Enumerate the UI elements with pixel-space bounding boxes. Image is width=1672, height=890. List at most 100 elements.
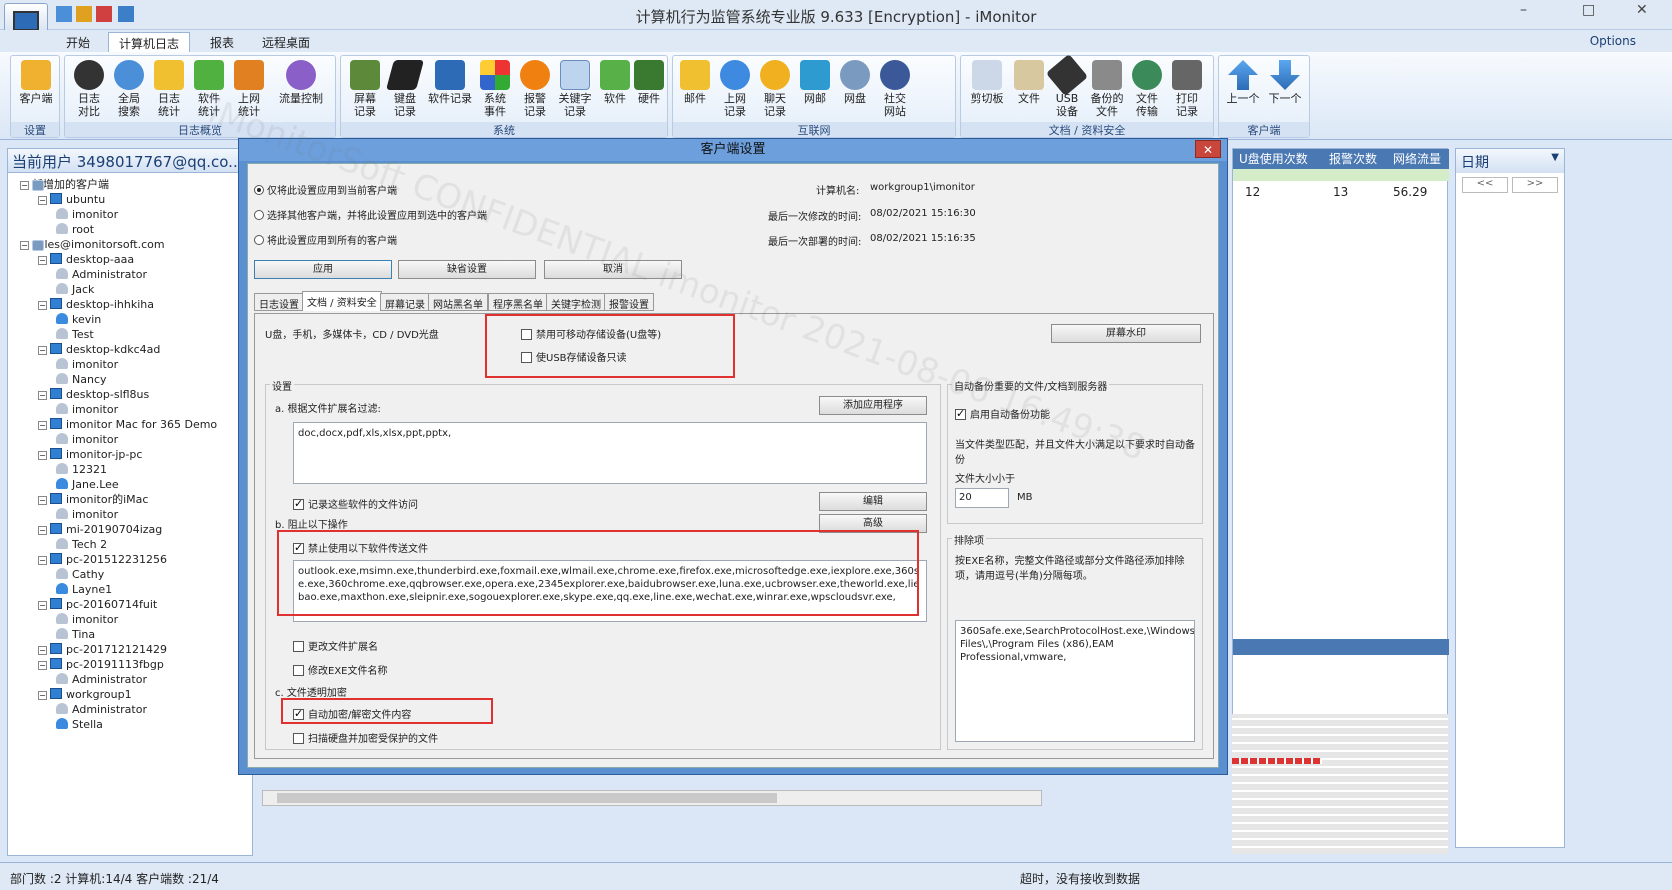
tree-node[interactable]: − mi-20190704izag [38, 522, 162, 537]
client-button[interactable]: 客户端 [16, 60, 56, 105]
tree-node[interactable]: Layne1 [56, 582, 112, 597]
tree-node[interactable]: Tina [56, 627, 95, 642]
add-app-button[interactable]: 添加应用程序 [819, 396, 927, 415]
tree-node[interactable]: imonitor [56, 432, 118, 447]
current-user-header[interactable]: 当前用户 3498017767@qq.co...▼ [8, 149, 252, 173]
tree-node[interactable]: − pc-201512231256 [38, 552, 167, 567]
change-exe-checkbox[interactable]: 修改EXE文件名称 [293, 662, 388, 677]
tab-alarm-settings[interactable]: 报警设置 [604, 293, 654, 311]
tab-screen-record[interactable]: 屏幕记录 [380, 293, 430, 311]
web-record-button[interactable]: 上网 记录 [715, 60, 755, 118]
tab-remote-desktop[interactable]: 远程桌面 [252, 32, 320, 52]
radio-selected-clients[interactable]: 选择其他客户端，并将此设置应用到选中的客户端 [254, 207, 487, 222]
clipboard-button[interactable]: 剪切板 [965, 60, 1009, 105]
tree-node[interactable]: Administrator [56, 672, 147, 687]
tab-start[interactable]: 开始 [56, 32, 100, 52]
col-header-alarm[interactable]: 报警次数 [1323, 149, 1387, 169]
tree-node[interactable]: Nancy [56, 372, 107, 387]
tree-node[interactable]: Jane.Lee [56, 477, 119, 492]
web-stats-button[interactable]: 上网 统计 [229, 60, 269, 118]
record-access-checkbox[interactable]: 记录这些软件的文件访问 [293, 496, 418, 511]
tree-node[interactable]: imonitor [56, 612, 118, 627]
prev-date-button[interactable]: << [1462, 177, 1508, 193]
social-button[interactable]: 社交 网站 [875, 60, 915, 118]
tree-node[interactable]: − desktop-aaa [38, 252, 134, 267]
edit-button[interactable]: 编辑 [819, 492, 927, 511]
tree-node[interactable]: Administrator [56, 702, 147, 717]
tab-web-blacklist[interactable]: 网站黑名单 [428, 293, 488, 311]
col-header-usb[interactable]: U盘使用次数 [1233, 149, 1323, 169]
traffic-control-button[interactable]: 流量控制 [273, 60, 329, 105]
minimize-icon[interactable]: – [1520, 2, 1527, 18]
tree-node[interactable]: − pc-20191113fbgp [38, 657, 164, 672]
tree-node[interactable]: Stella [56, 717, 103, 732]
watermark-button[interactable]: 屏幕水印 [1051, 324, 1201, 343]
tree-node[interactable]: − imonitor Mac for 365 Demo [38, 417, 217, 432]
tree-node[interactable]: Jack [56, 282, 94, 297]
tree-node[interactable]: − pc-20160714fuit [38, 597, 157, 612]
file-button[interactable]: 文件 [1009, 60, 1049, 105]
tree-node[interactable]: − sales@imonitorsoft.com [20, 237, 165, 252]
print-record-button[interactable]: 打印 记录 [1167, 60, 1207, 118]
tree-node[interactable]: imonitor [56, 507, 118, 522]
dialog-close-button[interactable]: ✕ [1195, 140, 1221, 158]
next-date-button[interactable]: >> [1512, 177, 1558, 193]
screen-record-button[interactable]: 屏幕 记录 [345, 60, 385, 118]
tab-keyword-detect[interactable]: 关键字检测 [546, 293, 606, 311]
close-icon[interactable]: ✕ [1636, 2, 1648, 18]
options-menu[interactable]: Options [1590, 34, 1636, 48]
tree-node[interactable]: 12321 [56, 462, 107, 477]
tree-node[interactable]: Tech 2 [56, 537, 107, 552]
size-input[interactable]: 20 [955, 488, 1009, 508]
webmail-button[interactable]: 网邮 [795, 60, 835, 105]
tree-node[interactable]: − imonitor的iMac [38, 492, 148, 507]
apply-button[interactable]: 应用 [254, 260, 392, 279]
file-transfer-button[interactable]: 文件 传输 [1127, 60, 1167, 118]
scan-encrypt-checkbox[interactable]: 扫描硬盘并加密受保护的文件 [293, 730, 438, 745]
tab-computer-log[interactable]: 计算机日志 [108, 32, 191, 52]
change-ext-checkbox[interactable]: 更改文件扩展名 [293, 638, 378, 653]
keyword-record-button[interactable]: 关键字 记录 [555, 60, 595, 118]
tab-log-settings[interactable]: 日志设置 [254, 293, 304, 311]
software-record-button[interactable]: 软件记录 [425, 60, 475, 105]
tree-node[interactable]: − desktop-slfl8us [38, 387, 149, 402]
tree-node[interactable]: − desktop-kdkc4ad [38, 342, 160, 357]
col-header-traffic[interactable]: 网络流量 [1387, 149, 1449, 169]
tree-node[interactable]: − 新增加的客户端 [20, 177, 109, 192]
alarm-record-button[interactable]: 报警 记录 [515, 60, 555, 118]
tree-node[interactable]: imonitor [56, 402, 118, 417]
global-search-button[interactable]: 全局 搜索 [109, 60, 149, 118]
tab-reports[interactable]: 报表 [200, 32, 244, 52]
tree-node[interactable]: Cathy [56, 567, 104, 582]
tree-node[interactable]: kevin [56, 312, 101, 327]
tree-node[interactable]: − ubuntu [38, 192, 105, 207]
software-stats-button[interactable]: 软件 统计 [189, 60, 229, 118]
keyboard-record-button[interactable]: 键盘 记录 [385, 60, 425, 118]
tree-node[interactable]: Test [56, 327, 94, 342]
tree-node[interactable]: − workgroup1 [38, 687, 132, 702]
enable-backup-checkbox[interactable]: 启用自动备份功能 [955, 406, 1050, 421]
tab-document-security[interactable]: 文档 / 资料安全 [302, 291, 382, 311]
hardware-button[interactable]: 硬件 [629, 60, 669, 105]
tree-node[interactable]: − desktop-ihhkiha [38, 297, 154, 312]
maximize-icon[interactable]: □ [1582, 2, 1595, 18]
scrollbar-thumb[interactable] [277, 793, 777, 803]
tree-node[interactable]: imonitor [56, 207, 118, 222]
cancel-button[interactable]: 取消 [544, 260, 682, 279]
defaults-button[interactable]: 缺省设置 [398, 260, 536, 279]
tree-node[interactable]: Administrator [56, 267, 147, 282]
next-button[interactable]: 下一个 [1265, 60, 1305, 105]
radio-current-client[interactable]: 仅将此设置应用到当前客户端 [254, 182, 397, 197]
extensions-textarea[interactable]: doc,docx,pdf,xls,xlsx,ppt,pptx, [293, 422, 927, 484]
tree-node[interactable]: root [56, 222, 94, 237]
exclude-textarea[interactable]: 360Safe.exe,SearchProtocolHost.exe,\Wind… [955, 620, 1195, 742]
log-stats-button[interactable]: 日志 统计 [149, 60, 189, 118]
chat-record-button[interactable]: 聊天 记录 [755, 60, 795, 118]
usb-device-button[interactable]: USB 设备 [1045, 53, 1089, 118]
log-compare-button[interactable]: 日志 对比 [69, 60, 109, 118]
radio-all-clients[interactable]: 将此设置应用到所有的客户端 [254, 232, 397, 247]
horizontal-scrollbar[interactable] [262, 790, 1042, 806]
tab-program-blacklist[interactable]: 程序黑名单 [488, 293, 548, 311]
system-event-button[interactable]: 系统 事件 [475, 60, 515, 118]
email-button[interactable]: 邮件 [675, 60, 715, 105]
